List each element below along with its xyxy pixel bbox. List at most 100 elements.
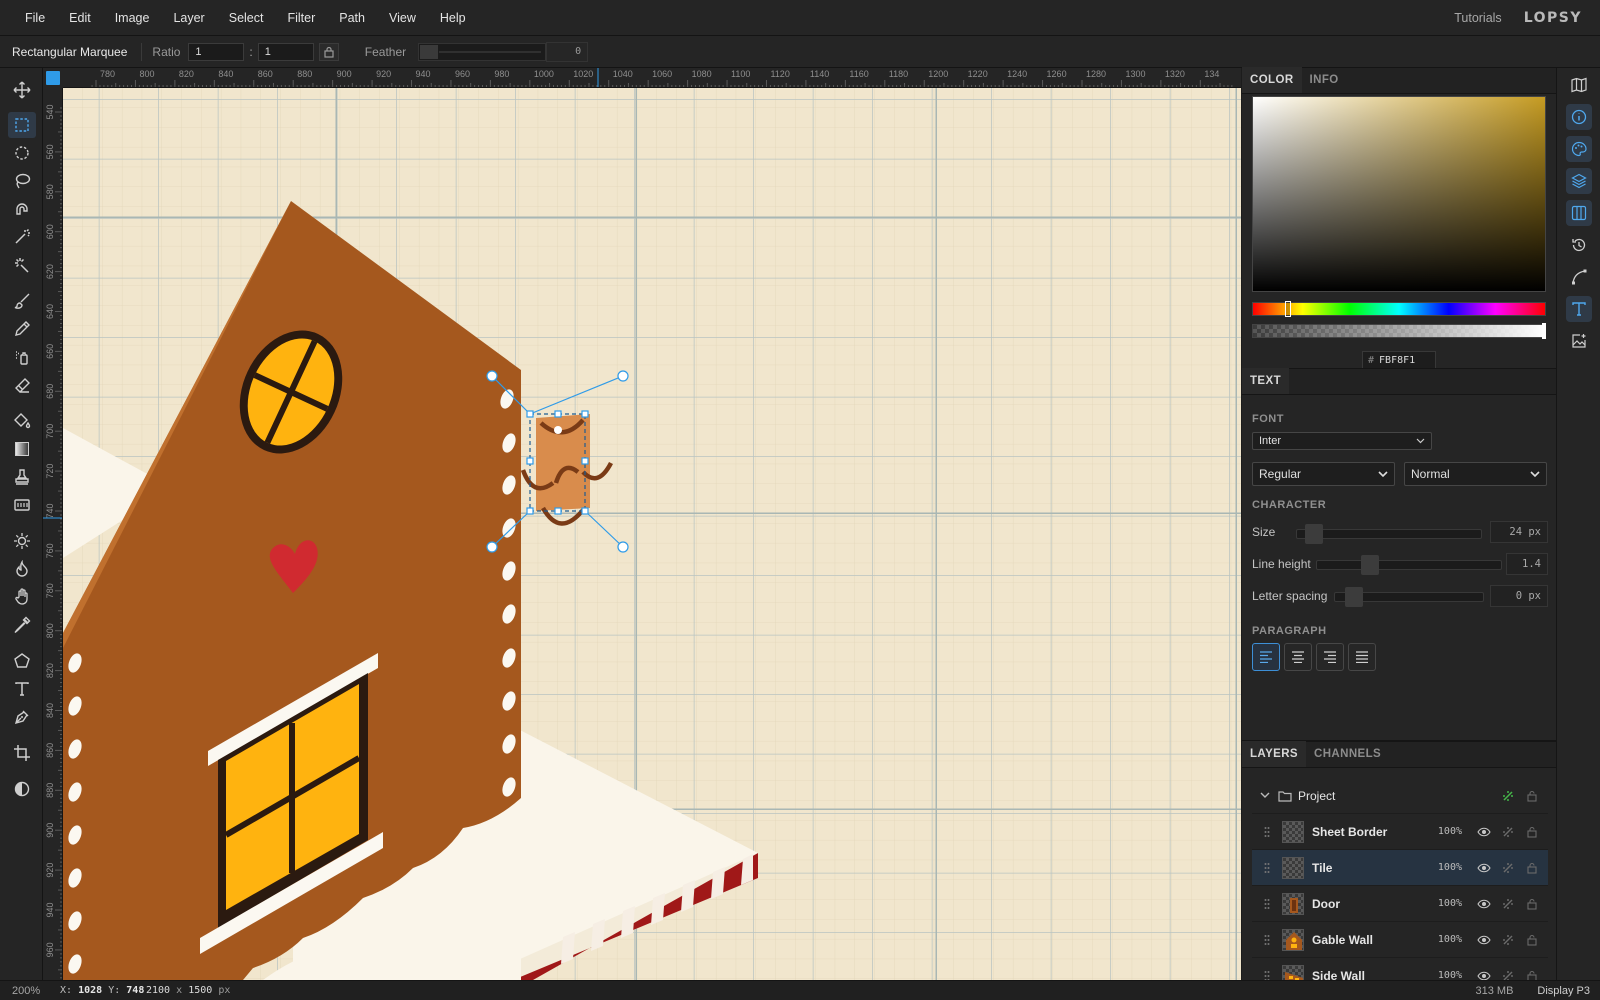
menu-view[interactable]: View	[377, 11, 428, 25]
rail-channels-button[interactable]	[1566, 200, 1592, 226]
ratio-lock-button[interactable]	[318, 42, 339, 61]
layer-row-tile[interactable]: Tile 100%	[1252, 850, 1548, 886]
spray-tool[interactable]	[8, 344, 36, 370]
tab-color[interactable]: COLOR	[1242, 67, 1302, 93]
quick-select-tool[interactable]	[8, 252, 36, 278]
rail-layers-button[interactable]	[1566, 168, 1592, 194]
tab-layers[interactable]: LAYERS	[1242, 741, 1306, 767]
drag-handle-icon[interactable]	[1264, 826, 1282, 838]
chevron-down-icon[interactable]	[1260, 792, 1272, 799]
hue-slider-knob[interactable]	[1285, 301, 1291, 317]
ellipse-marquee-tool[interactable]	[8, 140, 36, 166]
lock-icon[interactable]	[1520, 934, 1544, 946]
size-value[interactable]: 24 px	[1490, 521, 1548, 543]
pen-tool[interactable]	[8, 704, 36, 730]
line-height-slider[interactable]	[1316, 555, 1502, 575]
font-family-select[interactable]: Inter	[1252, 432, 1432, 450]
hex-value[interactable]: FBF8F1	[1379, 355, 1415, 366]
feather-slider-knob[interactable]	[420, 44, 439, 59]
layer-row-door[interactable]: Door 100%	[1252, 886, 1548, 922]
menu-layer[interactable]: Layer	[161, 11, 216, 25]
crop-tool[interactable]	[8, 740, 36, 766]
artwork[interactable]	[63, 88, 1241, 980]
contrast-tool[interactable]	[8, 776, 36, 802]
align-center-button[interactable]	[1284, 643, 1312, 671]
alpha-slider[interactable]	[1252, 323, 1546, 339]
vertical-ruler[interactable]: 540 560 580 600 620 640 660 680 700 720 740 760 780 8…	[43, 88, 63, 980]
bucket-tool[interactable]	[8, 408, 36, 434]
lock-icon[interactable]	[1520, 826, 1544, 838]
eraser-tool[interactable]	[8, 372, 36, 398]
ratio-width-input[interactable]	[188, 42, 245, 61]
eyedropper-tool[interactable]	[8, 612, 36, 638]
eye-icon[interactable]	[1472, 935, 1496, 945]
hex-color-field[interactable]: # FBF8F1	[1362, 351, 1436, 369]
menu-select[interactable]: Select	[217, 11, 276, 25]
letter-spacing-slider[interactable]	[1334, 587, 1484, 607]
lock-icon[interactable]	[1520, 898, 1544, 910]
ruler-corner[interactable]	[43, 68, 63, 88]
magic-wand-tool[interactable]	[8, 224, 36, 250]
letter-spacing-slider-knob[interactable]	[1345, 587, 1363, 607]
link-icon[interactable]	[1496, 825, 1520, 839]
align-justify-button[interactable]	[1348, 643, 1376, 671]
saturation-value-picker[interactable]	[1252, 96, 1546, 292]
layer-row-gable-wall[interactable]: Gable Wall 100%	[1252, 922, 1548, 958]
layer-group-project[interactable]: Project	[1252, 778, 1548, 814]
drag-handle-icon[interactable]	[1264, 934, 1282, 946]
canvas-viewport[interactable]	[63, 88, 1241, 980]
lasso-tool[interactable]	[8, 168, 36, 194]
tab-text[interactable]: TEXT	[1242, 368, 1289, 394]
letter-spacing-value[interactable]: 0 px	[1490, 585, 1548, 607]
polygon-tool[interactable]	[8, 648, 36, 674]
dodge-tool[interactable]	[8, 528, 36, 554]
horizontal-ruler[interactable]: 780 800 820 840 860 880 900 920 940 960 980 1000 102…	[63, 68, 1241, 88]
drag-handle-icon[interactable]	[1264, 862, 1282, 874]
size-slider-knob[interactable]	[1305, 524, 1323, 544]
align-right-button[interactable]	[1316, 643, 1344, 671]
tutorials-link[interactable]: Tutorials	[1440, 11, 1515, 25]
rail-text-button[interactable]	[1566, 296, 1592, 322]
layer-opacity[interactable]: 100%	[1438, 862, 1462, 873]
layer-row-sheet-border[interactable]: Sheet Border 100%	[1252, 814, 1548, 850]
feather-slider[interactable]	[418, 42, 547, 61]
rail-paths-button[interactable]	[1566, 264, 1592, 290]
link-icon[interactable]	[1496, 861, 1520, 875]
eye-icon[interactable]	[1472, 827, 1496, 837]
eye-icon[interactable]	[1472, 899, 1496, 909]
layer-opacity[interactable]: 100%	[1438, 898, 1462, 909]
lock-icon[interactable]	[1520, 790, 1544, 802]
menu-help[interactable]: Help	[428, 11, 478, 25]
menu-path[interactable]: Path	[327, 11, 377, 25]
pattern-tool[interactable]	[8, 492, 36, 518]
rail-history-button[interactable]	[1566, 232, 1592, 258]
rail-navigator-button[interactable]	[1566, 72, 1592, 98]
layer-opacity[interactable]: 100%	[1438, 826, 1462, 837]
pencil-tool[interactable]	[8, 316, 36, 342]
align-left-button[interactable]	[1252, 643, 1280, 671]
hand-tool[interactable]	[8, 584, 36, 610]
rect-marquee-tool[interactable]	[8, 112, 36, 138]
tab-channels[interactable]: CHANNELS	[1306, 741, 1389, 767]
lock-icon[interactable]	[1520, 862, 1544, 874]
feather-value[interactable]: 0	[546, 41, 589, 62]
text-tool[interactable]	[8, 676, 36, 702]
brush-tool[interactable]	[8, 288, 36, 314]
eye-icon[interactable]	[1472, 971, 1496, 981]
gradient-tool[interactable]	[8, 436, 36, 462]
font-weight-select[interactable]: Normal	[1404, 462, 1547, 486]
stamp-tool[interactable]	[8, 464, 36, 490]
menu-file[interactable]: File	[13, 11, 57, 25]
line-height-value[interactable]: 1.4	[1506, 553, 1548, 575]
rail-image-button[interactable]	[1566, 328, 1592, 354]
font-style-select[interactable]: Regular	[1252, 462, 1395, 486]
hue-slider[interactable]	[1252, 301, 1546, 317]
group-link-icon[interactable]	[1496, 789, 1520, 803]
link-icon[interactable]	[1496, 897, 1520, 911]
ruler-origin-marker[interactable]	[46, 71, 60, 85]
line-height-slider-knob[interactable]	[1361, 555, 1379, 575]
size-slider[interactable]	[1296, 524, 1482, 544]
tab-info[interactable]: INFO	[1302, 67, 1347, 93]
magnetic-lasso-tool[interactable]	[8, 196, 36, 222]
zoom-level[interactable]: 200%	[0, 985, 60, 997]
